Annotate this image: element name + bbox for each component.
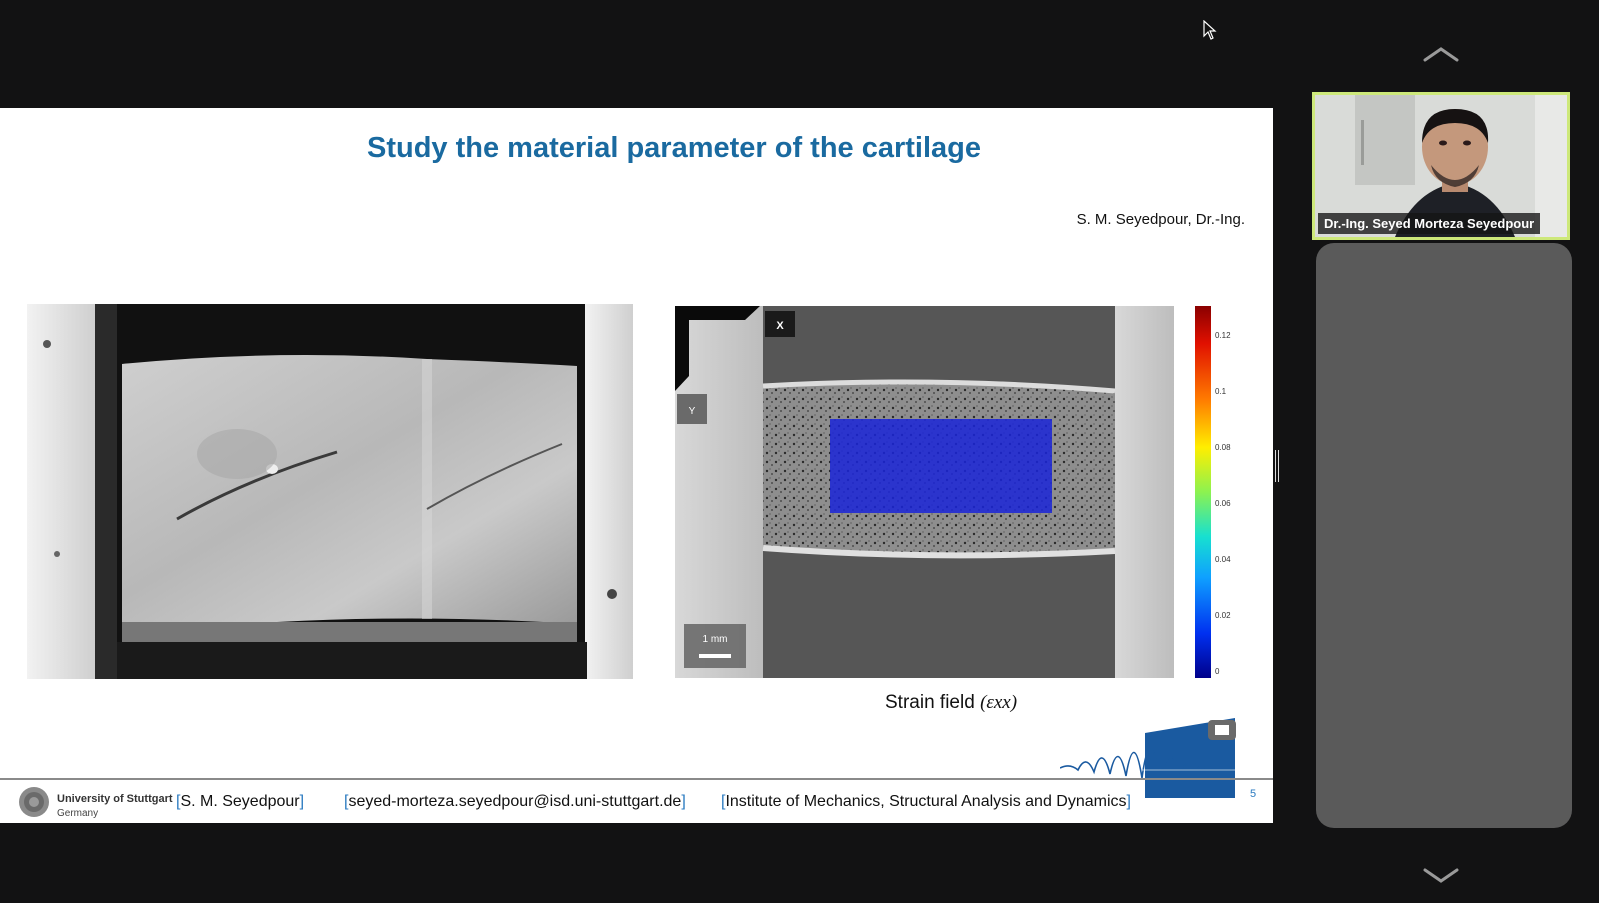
empty-participant-tile[interactable]	[1316, 243, 1572, 828]
participant-name-label: Dr.-Ing. Seyed Morteza Seyedpour	[1318, 213, 1541, 234]
slide-title: Study the material parameter of the cart…	[366, 132, 982, 164]
chevron-down-icon[interactable]	[1421, 866, 1461, 886]
chevron-up-icon[interactable]	[1421, 44, 1461, 64]
scale-bar-label: 1 mm	[703, 634, 728, 645]
footer-divider	[0, 778, 1273, 780]
mouse-cursor-icon	[1203, 20, 1217, 40]
university-seal-icon	[19, 787, 49, 817]
colorbar-tick: 0.1	[1215, 387, 1227, 396]
colorbar-tick: 0	[1215, 667, 1220, 676]
axis-x-label: X	[776, 320, 784, 332]
colorbar-tick: 0.08	[1215, 443, 1231, 452]
colorbar-tick: 0.12	[1215, 331, 1231, 340]
strain-field-caption: Strain field (εxx)	[885, 692, 1017, 714]
colorbar-tick: 0.06	[1215, 499, 1231, 508]
slide-page-number: 5	[1250, 788, 1257, 800]
university-country: Germany	[57, 808, 99, 819]
strain-field-image: X Y 1 mm	[675, 306, 1174, 678]
footer-email: [seyed-morteza.seyedpour@isd.uni-stuttga…	[344, 793, 686, 810]
slide-author: S. M. Seyedpour, Dr.-Ing.	[1076, 211, 1245, 228]
meeting-window: Study the material parameter of the cart…	[0, 0, 1599, 903]
footer-presenter-name: [S. M. Seyedpour]	[176, 793, 305, 810]
colorbar-tick: 0.02	[1215, 611, 1231, 620]
strain-caption-text: Strain field	[885, 692, 975, 713]
cartilage-specimen-photo	[27, 304, 633, 679]
strain-colorbar	[1195, 306, 1211, 678]
panel-resize-handle[interactable]	[1275, 450, 1279, 482]
shared-slide: Study the material parameter of the cart…	[0, 108, 1273, 823]
strain-caption-math: (εxx)	[980, 692, 1018, 713]
participant-video-tile[interactable]: Dr.-Ing. Seyed Morteza Seyedpour	[1312, 92, 1570, 240]
footer-institute: [Institute of Mechanics, Structural Anal…	[721, 793, 1131, 810]
university-name: University of Stuttgart	[57, 793, 173, 805]
colorbar-tick: 0.04	[1215, 555, 1231, 564]
scale-bar	[699, 654, 731, 658]
axis-y-label: Y	[689, 406, 696, 417]
